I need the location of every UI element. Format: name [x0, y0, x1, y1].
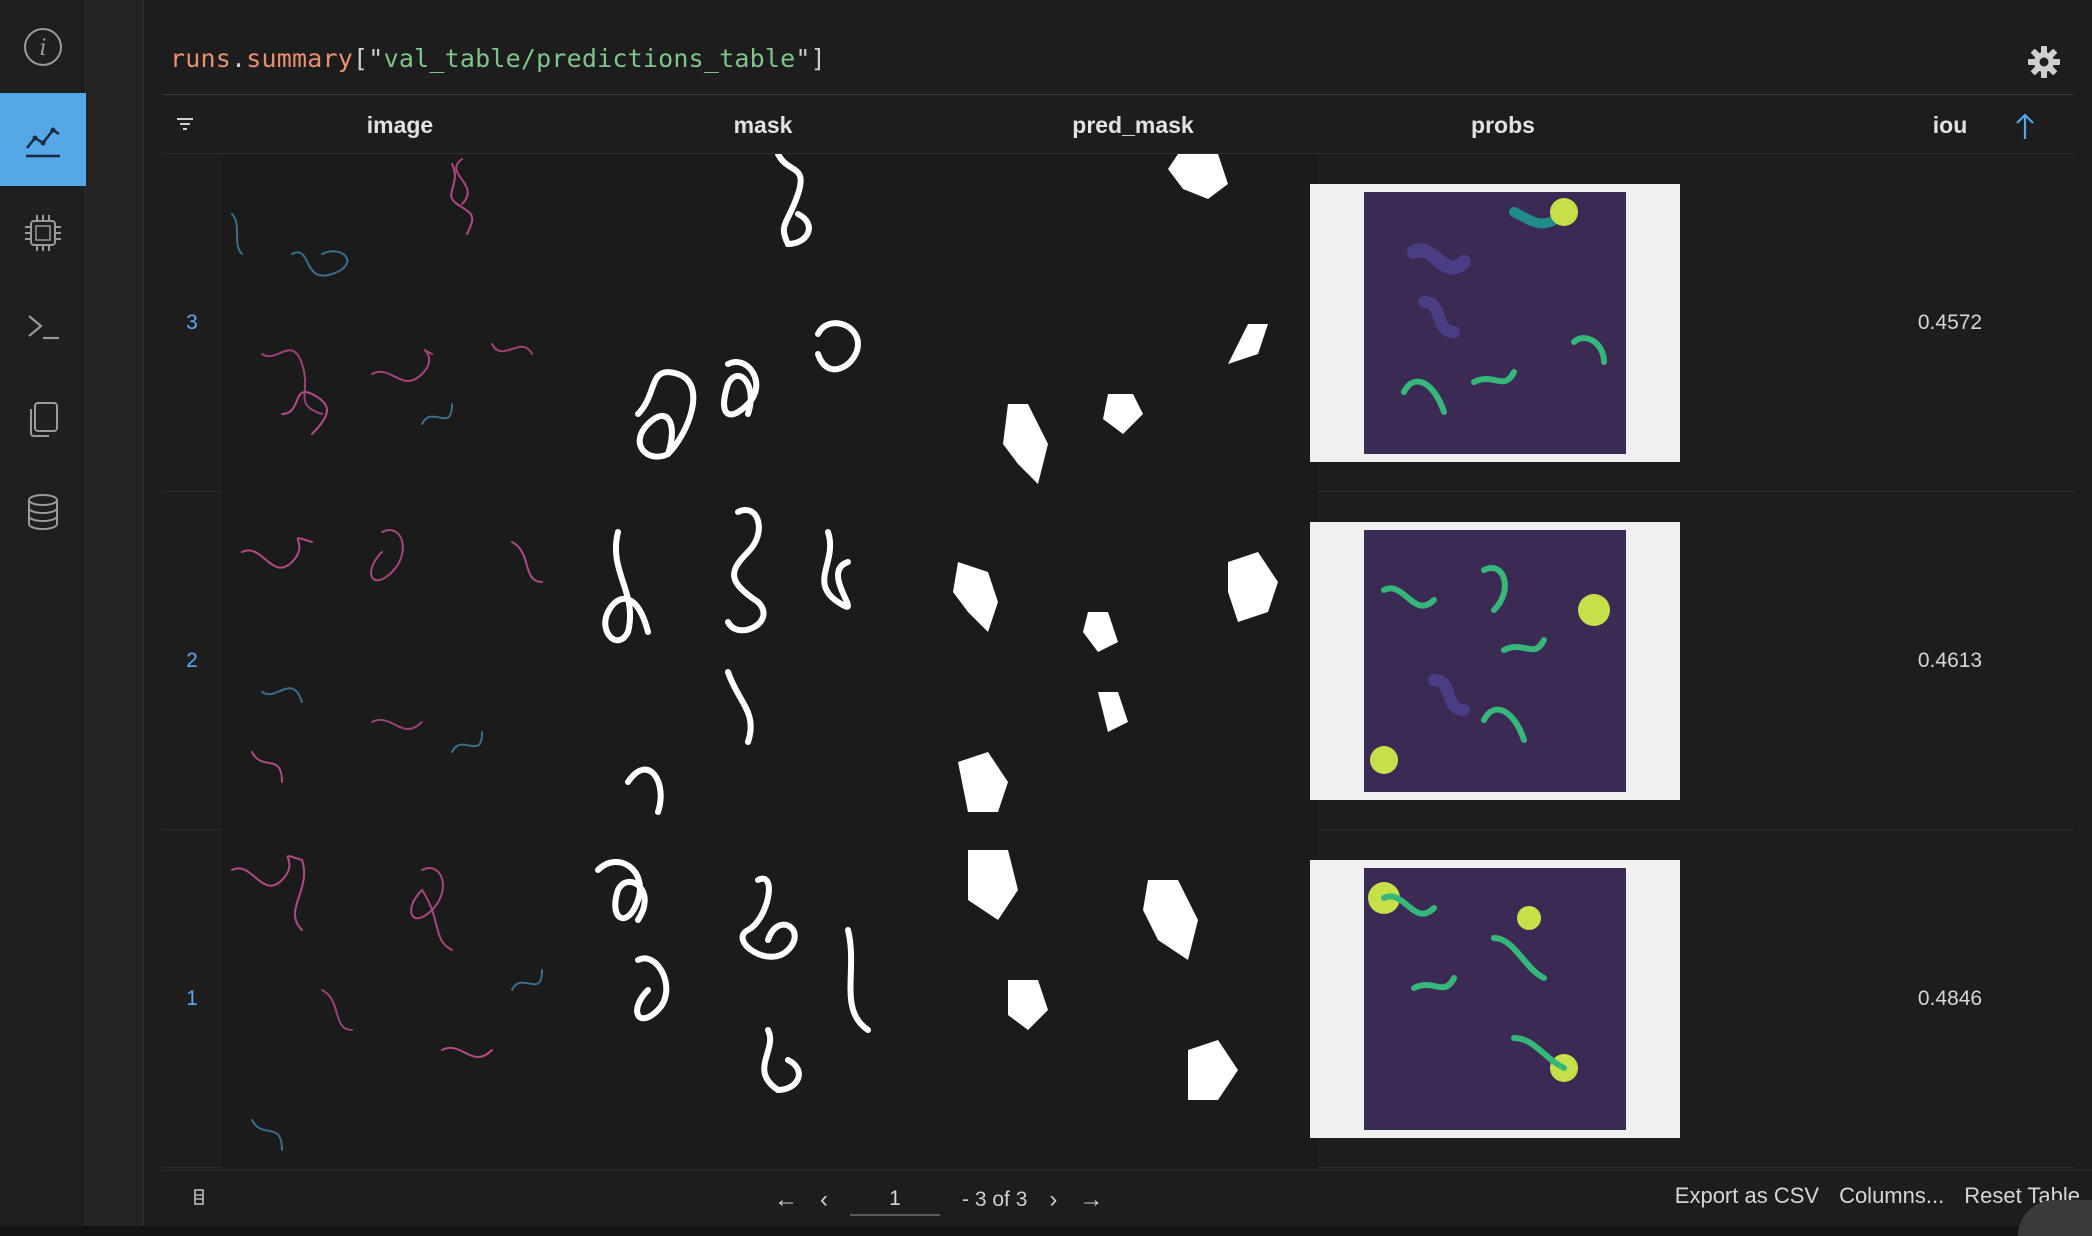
export-csv-button[interactable]: Export as CSV: [1675, 1183, 1819, 1209]
probs-heatmap[interactable]: [1310, 522, 1680, 800]
image-cell[interactable]: [222, 492, 578, 830]
files-icon: [30, 401, 58, 437]
probs-heatmap[interactable]: [1310, 184, 1680, 462]
secondary-strip: [86, 0, 144, 1226]
page-range: - 3 of 3: [962, 1188, 1028, 1211]
column-header-probs[interactable]: probs: [1318, 95, 1688, 155]
probs-heatmap-image: [1364, 868, 1626, 1130]
prev-page-button[interactable]: ‹: [820, 1186, 828, 1214]
column-header-pred-mask[interactable]: pred_mask: [948, 95, 1318, 155]
app-window: i runs.summary["val_table/predictions_ta…: [0, 0, 2092, 1236]
mask-image: [578, 492, 948, 830]
column-header-mask[interactable]: mask: [578, 95, 948, 155]
system-button[interactable]: [0, 186, 86, 279]
database-icon: [28, 493, 58, 530]
query-expression[interactable]: runs.summary["val_table/predictions_tabl…: [170, 44, 826, 73]
info-icon: i: [24, 27, 62, 66]
window-bottom-edge: [0, 1226, 2092, 1236]
pred-mask-cell[interactable]: [948, 830, 1318, 1168]
query-var: runs: [170, 44, 232, 73]
pred-mask-image: [948, 830, 1318, 1168]
iou-value[interactable]: 0.4613: [1870, 492, 2030, 830]
table-footer: ← ‹ - 3 of 3 › → Export as CSV Columns..…: [162, 1170, 2092, 1222]
table-header: image mask pred_mask probs iou: [162, 94, 2074, 154]
iou-value[interactable]: 0.4846: [1870, 830, 2030, 1168]
mask-image: [578, 154, 948, 492]
filter-icon[interactable]: [174, 113, 196, 135]
mask-cell[interactable]: [578, 492, 948, 830]
probs-heatmap-image: [1364, 192, 1626, 454]
pagination: ← ‹ - 3 of 3 › →: [774, 1183, 1103, 1217]
column-header-iou[interactable]: iou: [1870, 95, 2030, 155]
iou-value[interactable]: 0.4572: [1870, 154, 2030, 492]
image-cell[interactable]: [222, 830, 578, 1168]
table-row[interactable]: 2 0.4613: [162, 492, 2074, 830]
last-page-button[interactable]: →: [1079, 1186, 1103, 1214]
microscopy-image: [222, 154, 578, 492]
table-row[interactable]: 3 0.4572: [162, 154, 2074, 492]
mask-cell[interactable]: [578, 830, 948, 1168]
terminal-icon: [28, 314, 59, 339]
microscopy-image: [222, 492, 578, 830]
microscopy-image: [222, 830, 578, 1168]
probs-heatmap-image: [1364, 530, 1626, 792]
svg-text:i: i: [39, 36, 46, 61]
mask-cell[interactable]: [578, 154, 948, 492]
info-button[interactable]: i: [0, 0, 86, 93]
mask-image: [578, 830, 948, 1168]
footer-actions: Export as CSV Columns... Reset Table: [1675, 1183, 2080, 1209]
row-index[interactable]: 2: [162, 492, 222, 830]
left-icon-rail: i: [0, 0, 86, 1226]
row-height-icon[interactable]: [192, 1187, 206, 1207]
gear-icon[interactable]: [2026, 44, 2062, 80]
pred-mask-image: [948, 154, 1318, 492]
next-page-button[interactable]: ›: [1049, 1186, 1057, 1214]
query-close: "]: [795, 44, 826, 73]
pred-mask-image: [948, 492, 1318, 830]
query-dot: .: [231, 44, 247, 73]
files-button[interactable]: [0, 372, 86, 465]
first-page-button[interactable]: ←: [774, 1186, 798, 1214]
image-cell[interactable]: [222, 154, 578, 492]
pred-mask-cell[interactable]: [948, 492, 1318, 830]
predictions-table: image mask pred_mask probs iou 3 0.4572 …: [162, 94, 2074, 1168]
table-panel: runs.summary["val_table/predictions_tabl…: [144, 0, 2092, 1226]
artifacts-button[interactable]: [0, 465, 86, 558]
row-index[interactable]: 3: [162, 154, 222, 492]
pred-mask-cell[interactable]: [948, 154, 1318, 492]
probs-heatmap[interactable]: [1310, 860, 1680, 1138]
column-header-image[interactable]: image: [222, 95, 578, 155]
table-row[interactable]: 1 0.4846: [162, 830, 2074, 1168]
charts-button[interactable]: [0, 93, 86, 186]
query-prop: summary: [246, 44, 354, 73]
query-open: [": [353, 44, 384, 73]
sort-ascending-icon[interactable]: [2012, 111, 2038, 141]
query-key: val_table/predictions_table: [383, 44, 796, 73]
row-index[interactable]: 1: [162, 830, 222, 1168]
columns-button[interactable]: Columns...: [1839, 1183, 1944, 1209]
logs-button[interactable]: [0, 279, 86, 372]
chart-line-icon: [26, 127, 60, 157]
chip-icon: [25, 214, 61, 251]
page-number-input[interactable]: [850, 1184, 940, 1216]
